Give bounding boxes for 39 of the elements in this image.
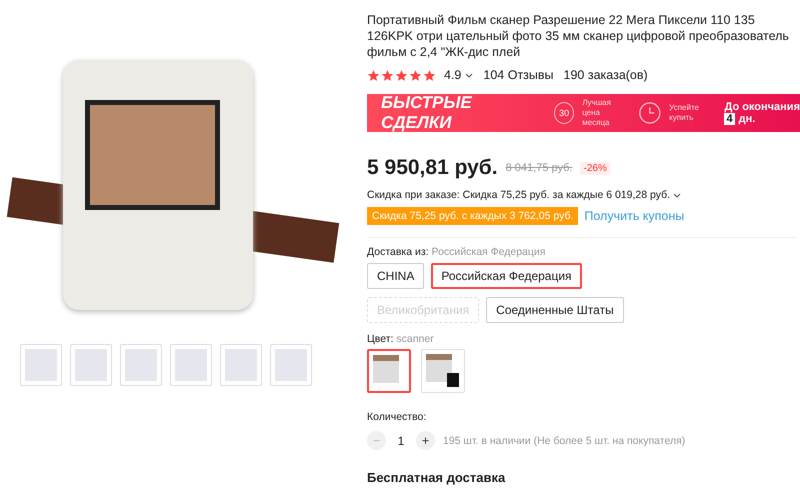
- free-shipping-heading: Бесплатная доставка: [367, 470, 506, 485]
- thumbnail[interactable]: [270, 344, 312, 386]
- thumbnail[interactable]: [220, 344, 262, 386]
- ship-from-option[interactable]: Соединенные Штаты: [486, 297, 624, 323]
- thumbnail[interactable]: [70, 344, 112, 386]
- stock-text: 195 шт. в наличии (Не более 5 шт. на покупателя): [443, 434, 686, 446]
- shipping-label: Доставка из:: [367, 246, 429, 258]
- color-swatch[interactable]: [367, 349, 411, 393]
- countdown-label: До окончания: [724, 101, 800, 113]
- ship-from-option[interactable]: Российская Федерация: [431, 263, 582, 289]
- product-title: Портативный Фильм сканер Разрешение 22 Мега Пиксели 110 135 126KPK отри цательный фото 35 мм сканер цифровой преобразователь фильм с 2,4 "ЖК-дис плей: [367, 12, 790, 60]
- clock-icon: [638, 100, 662, 126]
- badge-icon: 30: [554, 102, 574, 124]
- days-unit: дн.: [738, 113, 756, 125]
- thumbnail[interactable]: [170, 344, 212, 386]
- color-value: scanner: [396, 333, 434, 345]
- discount-badge: -26%: [580, 162, 610, 174]
- orders-count: 190 заказа(ов): [564, 68, 648, 82]
- quantity-value[interactable]: 1: [394, 434, 408, 448]
- reviews-link[interactable]: 104 Отзывы: [483, 68, 554, 82]
- thumbnail[interactable]: [120, 344, 162, 386]
- thumbnail[interactable]: [20, 344, 62, 386]
- chevron-icon: [465, 71, 474, 79]
- banner-title: БЫСТРЫЕ СДЕЛКИ: [381, 93, 473, 133]
- days-count: 4: [724, 113, 735, 125]
- best-price-text: Лучшая цена месяца: [582, 98, 612, 128]
- ship-from-option[interactable]: CHINA: [367, 263, 424, 289]
- old-price: 8 041,75 руб.: [506, 162, 572, 174]
- color-label: Цвет:: [367, 333, 394, 345]
- increase-button[interactable]: +: [416, 431, 435, 450]
- rating-value[interactable]: 4.9: [444, 68, 462, 82]
- shipping-value: Российская Федерация: [432, 246, 546, 258]
- current-price: 5 950,81 руб.: [367, 156, 498, 180]
- order-discount-text[interactable]: Скидка при заказе: Скидка 75,25 руб. за каждые 6 019,28 руб.: [367, 189, 670, 201]
- quantity-label: Количество:: [367, 411, 428, 423]
- hurry-text: Успейте купить: [669, 103, 700, 123]
- coupon-tag: Скидка 75,25 руб. с каждых 3 762,05 руб.: [367, 207, 578, 225]
- deals-banner[interactable]: БЫСТРЫЕ СДЕЛКИ 30 Лучшая цена месяца Успейте купить До окончания 4 дн.: [367, 94, 800, 132]
- chevron-icon: [673, 191, 682, 199]
